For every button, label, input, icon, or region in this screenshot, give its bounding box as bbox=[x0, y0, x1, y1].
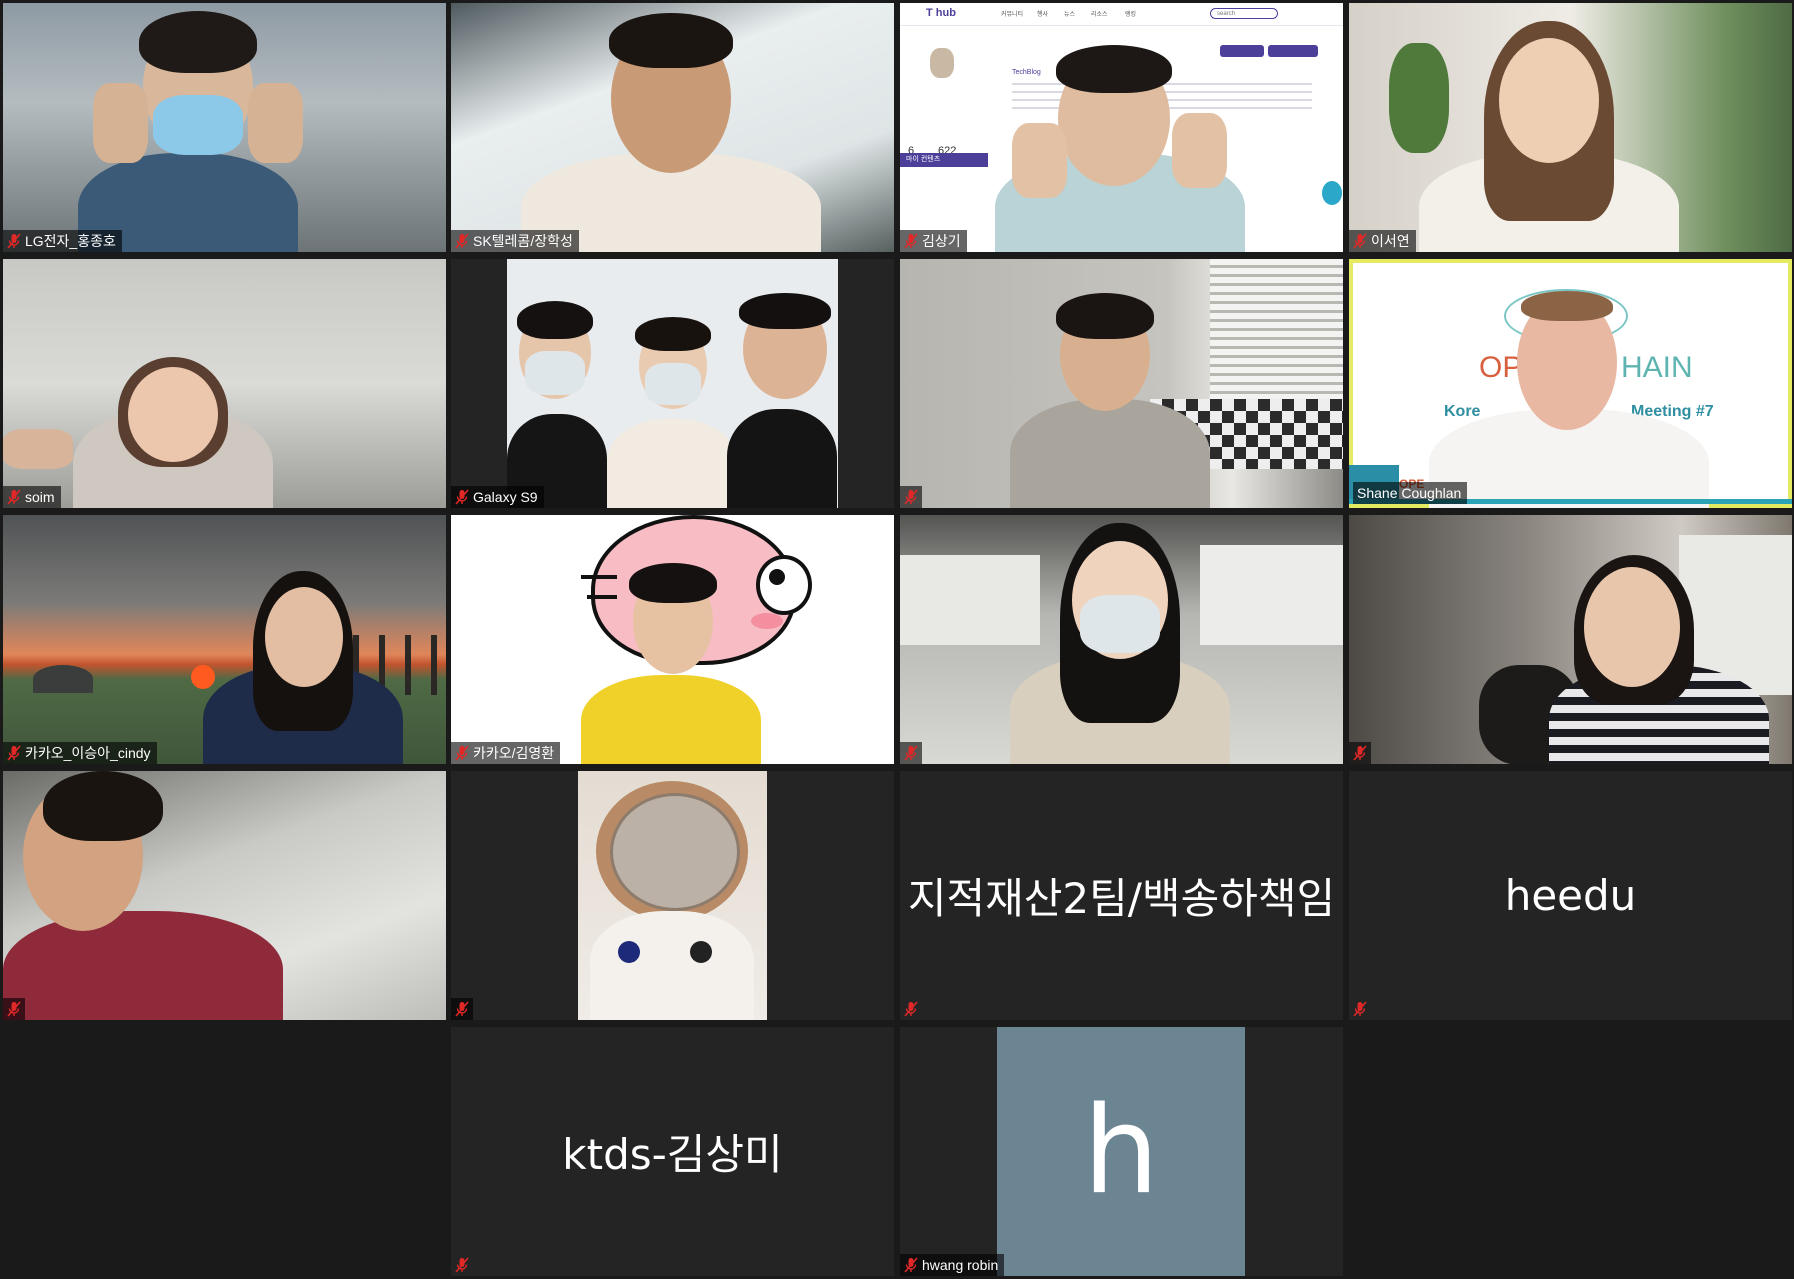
participant-name-tag bbox=[451, 998, 473, 1020]
participant-tile[interactable]: 지적재산2팀/백송하책임 bbox=[900, 771, 1343, 1020]
avatar: h bbox=[997, 1027, 1245, 1276]
video-feed bbox=[1349, 3, 1792, 252]
slide-text: OP bbox=[1479, 351, 1523, 384]
participant-tile[interactable]: SK텔레콤/장학성 bbox=[451, 3, 894, 252]
section-label: TechBlog bbox=[1012, 69, 1041, 76]
participant-tile[interactable]: soim bbox=[3, 259, 446, 508]
nav-item: 뉴스 bbox=[1064, 12, 1076, 18]
muted-mic-icon bbox=[455, 489, 469, 505]
participant-name-tag bbox=[1349, 742, 1371, 764]
participant-tile[interactable]: h hwang robin bbox=[900, 1027, 1343, 1276]
side-menu-header: 마이 컨텐츠 bbox=[900, 153, 988, 167]
participant-name-tag: SK텔레콤/장학성 bbox=[451, 230, 579, 252]
muted-mic-icon bbox=[904, 1257, 918, 1273]
video-feed bbox=[3, 3, 446, 252]
participant-name-tag bbox=[451, 1254, 473, 1276]
participant-name-tag bbox=[900, 742, 922, 764]
participant-name: LG전자_홍종호 bbox=[25, 233, 116, 249]
muted-mic-icon bbox=[7, 489, 21, 505]
participant-name: 김상기 bbox=[922, 233, 961, 249]
participant-tile[interactable]: heedu bbox=[1349, 771, 1792, 1020]
participant-tile[interactable] bbox=[900, 515, 1343, 764]
muted-mic-icon bbox=[455, 1001, 469, 1017]
participant-tile[interactable] bbox=[3, 771, 446, 1020]
slide-text: HAIN bbox=[1621, 351, 1693, 384]
video-feed bbox=[3, 515, 446, 764]
participant-display-name: 지적재산2팀/백송하책임 bbox=[907, 874, 1336, 923]
video-feed: T hub 커뮤니티 행사 뉴스 리소스 랭킹 search 6 622 마이 … bbox=[900, 3, 1343, 252]
participant-tile[interactable]: LG전자_홍종호 bbox=[3, 3, 446, 252]
video-feed bbox=[3, 259, 446, 508]
video-feed: OP HAIN Kore Meeting #7 OPE bbox=[1349, 259, 1792, 508]
shared-screen-navbar: T hub 커뮤니티 행사 뉴스 리소스 랭킹 search bbox=[900, 3, 1343, 26]
video-feed bbox=[507, 259, 838, 508]
nav-item: 행사 bbox=[1037, 12, 1049, 18]
participant-name-tag bbox=[900, 486, 922, 508]
muted-mic-icon bbox=[7, 745, 21, 761]
participant-tile[interactable]: Galaxy S9 bbox=[451, 259, 894, 508]
gallery-grid: LG전자_홍종호 SK텔레콤/장학성 T hub 커뮤니티 행사 뉴스 리소스 … bbox=[0, 0, 1794, 1279]
muted-mic-icon bbox=[1353, 1001, 1367, 1017]
participant-name: 카카오/김영환 bbox=[473, 745, 555, 761]
participant-tile[interactable]: T hub 커뮤니티 행사 뉴스 리소스 랭킹 search 6 622 마이 … bbox=[900, 3, 1343, 252]
participant-tile[interactable] bbox=[1349, 515, 1792, 764]
participant-tile[interactable] bbox=[451, 771, 894, 1020]
thub-logo: T hub bbox=[926, 7, 956, 19]
video-feed bbox=[1349, 515, 1792, 764]
participant-name-tag bbox=[3, 998, 25, 1020]
muted-mic-icon bbox=[7, 233, 21, 249]
video-feed bbox=[3, 771, 446, 1020]
participant-name: 카카오_이승아_cindy bbox=[25, 745, 151, 761]
participant-name: Galaxy S9 bbox=[473, 489, 538, 505]
participant-name-tag: soim bbox=[3, 486, 61, 508]
participant-display-name: heedu bbox=[1504, 871, 1637, 920]
participant-tile[interactable] bbox=[900, 259, 1343, 508]
muted-mic-icon bbox=[455, 745, 469, 761]
participant-tile[interactable]: ktds-김상미 bbox=[451, 1027, 894, 1276]
muted-mic-icon bbox=[7, 1001, 21, 1017]
participant-name-tag: 카카오/김영환 bbox=[451, 742, 561, 764]
participant-name-tag: Galaxy S9 bbox=[451, 486, 544, 508]
muted-mic-icon bbox=[904, 1001, 918, 1017]
video-feed bbox=[900, 259, 1343, 508]
shared-search-box: search bbox=[1210, 8, 1278, 19]
participant-name-tag: LG전자_홍종호 bbox=[3, 230, 122, 252]
video-feed bbox=[451, 515, 894, 764]
muted-mic-icon bbox=[455, 1257, 469, 1273]
participant-name-tag: 카카오_이승아_cindy bbox=[3, 742, 157, 764]
participant-name-tag bbox=[1349, 998, 1371, 1020]
muted-mic-icon bbox=[1353, 745, 1367, 761]
video-feed bbox=[900, 515, 1343, 764]
participant-name-tag: 김상기 bbox=[900, 230, 967, 252]
participant-name-tag bbox=[900, 998, 922, 1020]
participant-tile[interactable]: 카카오_이승아_cindy bbox=[3, 515, 446, 764]
participant-name: SK텔레콤/장학성 bbox=[473, 233, 573, 249]
participant-name: hwang robin bbox=[922, 1257, 999, 1273]
participant-name-tag: Shane Coughlan bbox=[1353, 482, 1468, 504]
participant-tile[interactable]: 이서연 bbox=[1349, 3, 1792, 252]
muted-mic-icon bbox=[1353, 233, 1367, 249]
muted-mic-icon bbox=[904, 489, 918, 505]
participant-name: Shane Coughlan bbox=[1357, 485, 1462, 501]
participant-display-name: ktds-김상미 bbox=[562, 1130, 783, 1179]
slide-text: Kore bbox=[1444, 403, 1481, 420]
participant-name: 이서연 bbox=[1371, 233, 1410, 249]
video-feed bbox=[578, 771, 767, 1020]
participant-tile[interactable]: 카카오/김영환 bbox=[451, 515, 894, 764]
participant-name-tag: hwang robin bbox=[900, 1254, 1005, 1276]
nav-item: 랭킹 bbox=[1125, 12, 1137, 18]
participant-name-tag: 이서연 bbox=[1349, 230, 1416, 252]
muted-mic-icon bbox=[904, 745, 918, 761]
muted-mic-icon bbox=[904, 233, 918, 249]
video-feed bbox=[451, 3, 894, 252]
muted-mic-icon bbox=[455, 233, 469, 249]
nav-item: 커뮤니티 bbox=[1001, 12, 1024, 18]
participant-name: soim bbox=[25, 489, 55, 505]
participant-tile-active-speaker[interactable]: OP HAIN Kore Meeting #7 OPE Shane Coughl… bbox=[1349, 259, 1792, 508]
nav-item: 리소스 bbox=[1091, 12, 1108, 18]
